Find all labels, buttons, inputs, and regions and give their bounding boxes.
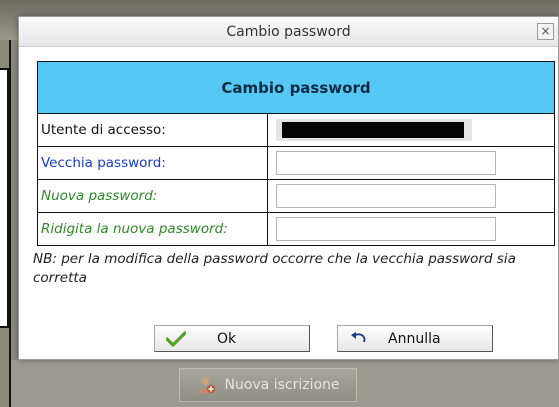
undo-arrow-icon — [348, 329, 370, 349]
form-row-confirm-password: Ridigita la nuova password: — [37, 212, 555, 246]
username-value-redacted — [276, 119, 472, 141]
confirm-password-field[interactable] — [276, 217, 496, 241]
dialog-title: Cambio password — [226, 23, 351, 40]
form-row-username: Utente di accesso: — [37, 113, 555, 147]
close-button[interactable]: × — [537, 23, 554, 40]
cancel-button[interactable]: Annulla — [337, 325, 493, 352]
new-registration-label: Nuova iscrizione — [224, 377, 340, 393]
old-password-label: Vecchia password: — [37, 146, 268, 180]
cancel-label: Annulla — [388, 330, 441, 347]
new-registration-button[interactable]: Nuova iscrizione — [179, 368, 357, 402]
form-row-new-password: Nuova password: — [37, 179, 555, 213]
password-note: NB: per la modifica della password occor… — [33, 251, 516, 286]
old-password-field[interactable] — [276, 151, 496, 175]
form-header: Cambio password — [37, 61, 555, 114]
username-label: Utente di accesso: — [37, 113, 268, 147]
confirm-password-label: Ridigita la nuova password: — [37, 212, 268, 246]
new-password-field[interactable] — [276, 184, 496, 208]
background-divider — [9, 40, 11, 407]
close-icon: × — [540, 24, 551, 38]
background-side-panel — [0, 68, 9, 328]
form-row-old-password: Vecchia password: — [37, 146, 555, 180]
new-password-label: Nuova password: — [37, 179, 268, 213]
checkmark-icon — [165, 329, 187, 349]
ok-label: Ok — [217, 330, 237, 347]
dialog-titlebar[interactable]: Cambio password × — [19, 17, 558, 47]
user-add-icon — [196, 375, 216, 395]
change-password-form: Cambio password Utente di accesso: Vecch… — [37, 61, 555, 246]
ok-button[interactable]: Ok — [154, 325, 310, 352]
change-password-dialog: Cambio password × Cambio password Utente… — [18, 16, 559, 360]
